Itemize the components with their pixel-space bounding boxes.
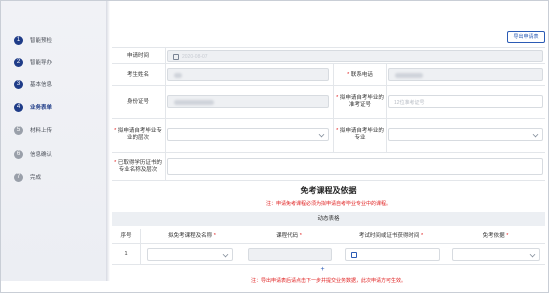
step-5[interactable]: 5 材料上传	[14, 123, 52, 137]
required-mark: *	[420, 233, 424, 239]
redacted-value	[174, 100, 214, 105]
prior-cert-input[interactable]	[167, 158, 543, 175]
row-divider	[112, 47, 545, 48]
level-select[interactable]	[167, 128, 329, 141]
step-label: 智能导办	[30, 60, 53, 66]
prior-cert-label: 已取得学历证书的专业名称及层次	[117, 160, 162, 173]
chevron-down-icon	[529, 251, 536, 258]
step-label: 智能预检	[30, 38, 53, 44]
col-header-date-cell: 考试时间或证书获得时间 *	[336, 229, 446, 243]
row-index: 1	[124, 250, 128, 257]
required-mark: *	[299, 233, 302, 239]
col-header-course: 拟免考课程及名称	[168, 233, 213, 239]
apply-time-label: 申请时间	[126, 52, 149, 59]
basis-select[interactable]	[452, 248, 540, 261]
col-header-basis: 免考依据	[482, 233, 505, 239]
exam-number-input[interactable]: 12位准考证号	[388, 95, 543, 108]
section-title: 免考课程及依据	[300, 186, 357, 195]
redacted-value	[395, 73, 423, 78]
calendar-icon	[351, 252, 357, 258]
name-field	[167, 68, 329, 81]
step-6[interactable]: 6 信息确认	[14, 147, 52, 161]
sidebar-divider	[106, 1, 110, 281]
row-divider	[112, 85, 545, 86]
step-label: 业务表单	[30, 105, 53, 111]
level-label: 拟申请自考毕业专业的层次	[117, 128, 162, 141]
step-3[interactable]: 3 基本信息	[14, 77, 52, 91]
redacted-value	[174, 73, 182, 78]
row-divider	[112, 264, 545, 265]
chevron-down-icon	[222, 251, 229, 258]
step-1[interactable]: 1 智能预检	[14, 33, 52, 47]
course-select[interactable]	[147, 248, 233, 261]
required-mark: *	[336, 95, 339, 101]
col-header-basis-cell: 免考依据 *	[448, 229, 543, 243]
row-divider	[112, 152, 545, 153]
required-mark: *	[213, 233, 216, 239]
col-divider	[140, 229, 141, 264]
col-header-code: 课程代码	[276, 233, 299, 239]
required-mark: *	[336, 128, 339, 134]
chevron-down-icon	[318, 131, 325, 138]
step-label: 完成	[30, 175, 42, 181]
row-divider	[112, 180, 545, 181]
required-mark: *	[114, 160, 117, 166]
export-application-button[interactable]: 导出申请表	[507, 31, 545, 43]
exemption-note: 注：申请免考课程必须为拟申请自考毕业专业中的课程。	[265, 201, 391, 207]
required-mark: *	[347, 71, 350, 78]
step-4[interactable]: 4 业务表单	[14, 100, 52, 114]
col-divider	[165, 47, 166, 180]
major-label-cell: * 拟申请自考毕业的专业	[335, 121, 385, 149]
col-header-code-cell: 课程代码 *	[244, 229, 334, 243]
phone-field	[388, 68, 543, 81]
col-divider	[333, 63, 334, 152]
phone-label: 联系电话	[350, 71, 373, 78]
exam-number-placeholder: 12位准考证号	[394, 100, 425, 106]
exam-no-label-cell: * 拟申请自考毕业的准考证号	[335, 88, 385, 116]
col-divider	[386, 63, 387, 152]
step-number: 3	[14, 79, 23, 89]
dynamic-table-header: 动态表格	[112, 212, 545, 226]
row-divider	[112, 63, 545, 64]
col-header-date: 考试时间或证书获得时间	[358, 233, 420, 239]
col-header-index: 序号	[120, 233, 132, 239]
calendar-icon	[173, 54, 179, 60]
row-divider	[112, 243, 545, 244]
name-label: 考生姓名	[126, 71, 149, 78]
prior-cert-label-cell: * 已取得学历证书的专业名称及层次	[112, 154, 164, 180]
id-number-field	[167, 95, 329, 108]
date-picker-input[interactable]	[345, 248, 440, 261]
id-label: 身份证号	[126, 98, 149, 105]
step-number: 6	[14, 149, 23, 159]
step-number: 7	[14, 172, 23, 182]
submit-note: 注：导出申请表后请点击下一步并提交业务数据，此次申请方可生效。	[250, 278, 406, 284]
apply-time-field: 2020-08-07	[167, 50, 543, 62]
chevron-down-icon	[532, 131, 539, 138]
exam-no-label: 拟申请自考毕业的准考证号	[339, 95, 384, 108]
course-code-field	[248, 248, 332, 261]
required-mark: *	[114, 128, 117, 134]
phone-label-cell: * 联系电话	[335, 66, 385, 84]
step-7[interactable]: 7 完成	[14, 170, 41, 184]
step-2[interactable]: 2 智能导办	[14, 55, 52, 69]
major-select[interactable]	[388, 128, 543, 141]
step-label: 材料上传	[30, 128, 53, 134]
step-label: 基本信息	[30, 82, 53, 88]
major-label: 拟申请自考毕业的专业	[339, 128, 384, 141]
step-label: 信息确认	[30, 152, 53, 158]
col-header-course-cell: 拟免考课程及名称 *	[142, 229, 242, 243]
required-mark: *	[506, 233, 509, 239]
step-number: 5	[14, 125, 23, 135]
level-label-cell: * 拟申请自考毕业专业的层次	[112, 121, 164, 149]
step-number: 1	[14, 35, 23, 45]
add-row-button[interactable]: +	[318, 265, 327, 274]
step-number: 2	[14, 57, 23, 67]
step-number: 4	[14, 102, 23, 112]
apply-time-value: 2020-08-07	[182, 54, 208, 60]
row-divider	[112, 118, 545, 119]
